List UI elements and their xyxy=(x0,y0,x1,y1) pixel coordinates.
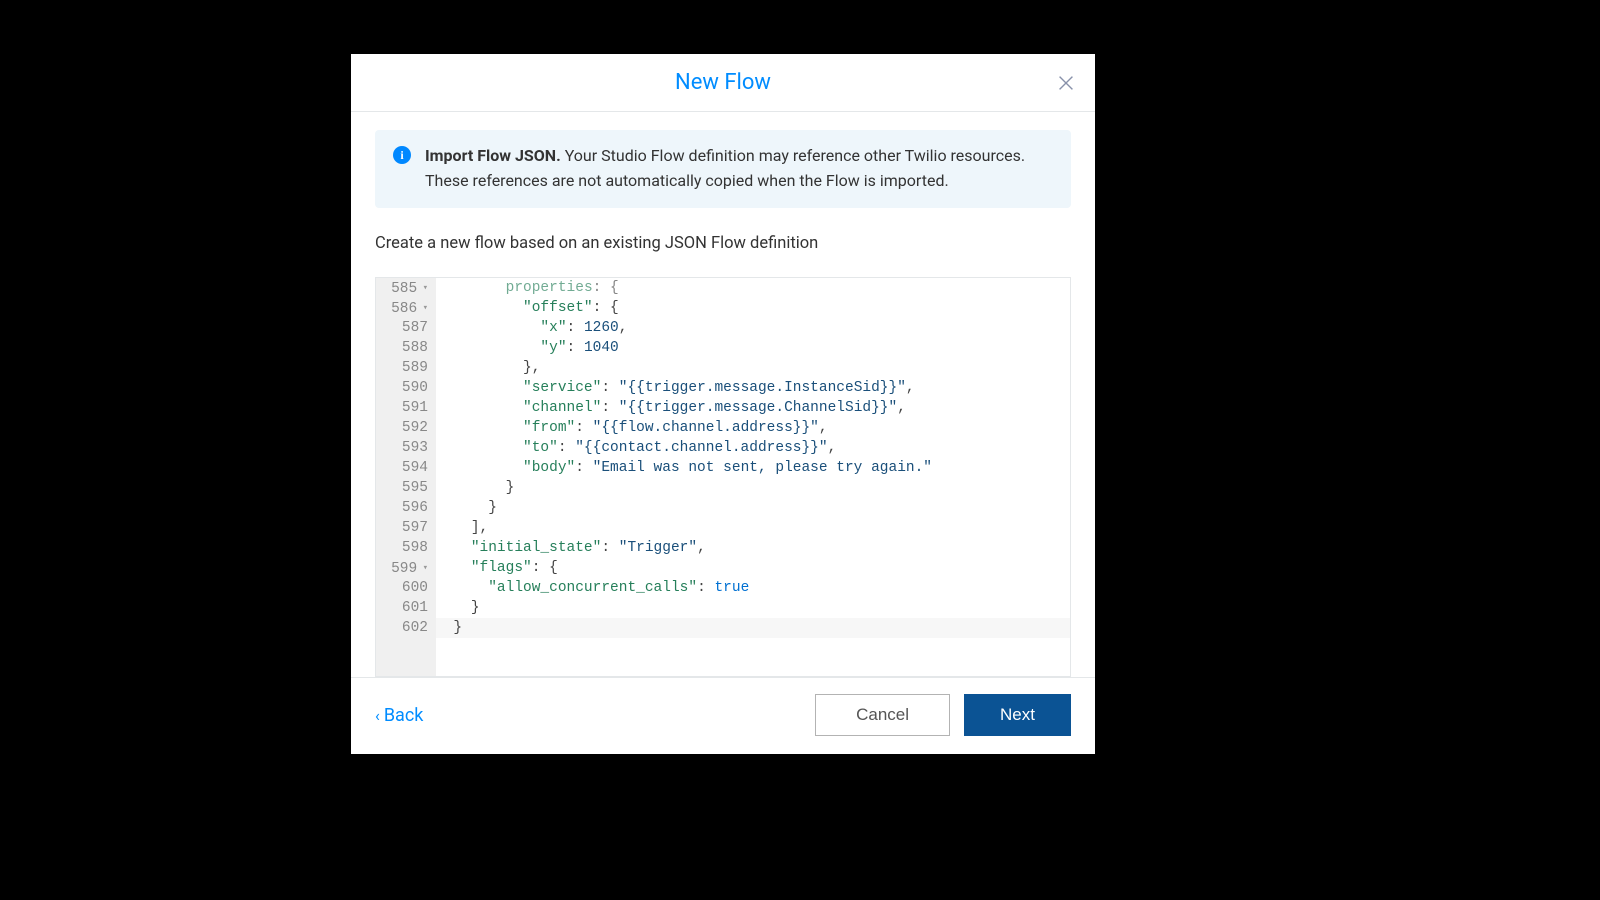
line-number: 590 xyxy=(386,378,428,398)
code-line: properties: { xyxy=(436,278,1070,298)
line-number: 599 xyxy=(386,558,428,578)
back-label: Back xyxy=(384,705,424,726)
line-number: 585 xyxy=(386,278,428,298)
code-line: "flags": { xyxy=(436,558,1070,578)
code-line: }, xyxy=(436,358,1070,378)
line-number: 596 xyxy=(386,498,428,518)
cancel-button[interactable]: Cancel xyxy=(815,694,950,736)
chevron-left-icon: ‹ xyxy=(375,706,380,725)
info-heading: Import Flow JSON. xyxy=(425,146,561,165)
line-number: 594 xyxy=(386,458,428,478)
line-number: 598 xyxy=(386,538,428,558)
line-number: 588 xyxy=(386,338,428,358)
modal-footer: ‹ Back Cancel Next xyxy=(351,677,1095,754)
code-line: } xyxy=(436,478,1070,498)
code-line: "y": 1040 xyxy=(436,338,1070,358)
info-text: Import Flow JSON. Your Studio Flow defin… xyxy=(425,144,1053,194)
line-number: 591 xyxy=(386,398,428,418)
code-line: "allow_concurrent_calls": true xyxy=(436,578,1070,598)
back-button[interactable]: ‹ Back xyxy=(375,705,423,726)
code-line: } xyxy=(436,618,1070,638)
line-number: 586 xyxy=(386,298,428,318)
code-line: "service": "{{trigger.message.InstanceSi… xyxy=(436,378,1070,398)
code-line: "initial_state": "Trigger", xyxy=(436,538,1070,558)
code-line: "to": "{{contact.channel.address}}", xyxy=(436,438,1070,458)
line-number: 602 xyxy=(386,618,428,638)
editor-gutter: 5855865875885895905915925935945955965975… xyxy=(376,278,436,676)
modal-header: New Flow xyxy=(351,54,1095,112)
line-number: 587 xyxy=(386,318,428,338)
info-icon: i xyxy=(393,146,411,164)
code-line: "offset": { xyxy=(436,298,1070,318)
code-line: } xyxy=(436,498,1070,518)
next-button[interactable]: Next xyxy=(964,694,1071,736)
code-line: "body": "Email was not sent, please try … xyxy=(436,458,1070,478)
code-line: "x": 1260, xyxy=(436,318,1070,338)
close-icon xyxy=(1055,72,1077,94)
info-banner: i Import Flow JSON. Your Studio Flow def… xyxy=(375,130,1071,208)
json-editor[interactable]: 5855865875885895905915925935945955965975… xyxy=(375,277,1071,677)
line-number: 597 xyxy=(386,518,428,538)
modal-body: i Import Flow JSON. Your Studio Flow def… xyxy=(351,112,1095,677)
line-number: 589 xyxy=(386,358,428,378)
code-line: ], xyxy=(436,518,1070,538)
line-number: 593 xyxy=(386,438,428,458)
line-number: 595 xyxy=(386,478,428,498)
modal-title: New Flow xyxy=(675,70,771,95)
line-number: 600 xyxy=(386,578,428,598)
line-number: 592 xyxy=(386,418,428,438)
description-text: Create a new flow based on an existing J… xyxy=(375,234,1071,253)
new-flow-modal: New Flow i Import Flow JSON. Your Studio… xyxy=(351,54,1095,754)
code-line: } xyxy=(436,598,1070,618)
code-line: "from": "{{flow.channel.address}}", xyxy=(436,418,1070,438)
line-number: 601 xyxy=(386,598,428,618)
close-button[interactable] xyxy=(1055,72,1077,94)
editor-code[interactable]: properties: { "offset": { "x": 1260, "y"… xyxy=(436,278,1070,676)
code-line: "channel": "{{trigger.message.ChannelSid… xyxy=(436,398,1070,418)
